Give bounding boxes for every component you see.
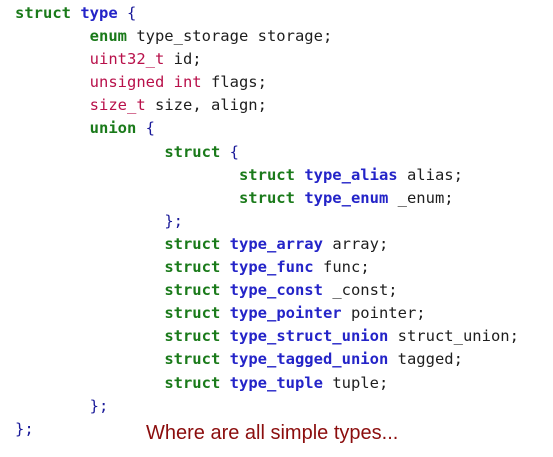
code-token-keyword: enum xyxy=(89,27,127,46)
code-token-plain: type_storage storage; xyxy=(126,27,333,46)
code-token-keyword: struct xyxy=(238,165,295,184)
code-token-keyword: struct xyxy=(164,350,221,369)
code-line: struct type_func func; xyxy=(15,256,519,279)
code-token-punct: { xyxy=(117,4,137,22)
code-token-type: type xyxy=(80,4,118,22)
code-token-plain: pointer; xyxy=(341,304,426,323)
code-token-plain: tuple; xyxy=(322,373,389,392)
code-token-keyword: struct xyxy=(164,304,221,323)
code-token-builtin: uint32_t xyxy=(89,50,165,69)
code-token-plain: struct_union; xyxy=(388,327,519,346)
code-line: struct type_alias alias; xyxy=(15,164,519,187)
code-line: struct type { xyxy=(15,2,519,25)
code-line: union { xyxy=(15,117,519,140)
code-token-keyword: struct xyxy=(164,234,221,253)
code-token-punct: { xyxy=(220,142,239,161)
code-line: }; xyxy=(15,395,519,418)
code-token-keyword: struct xyxy=(164,281,221,300)
code-token-type: type_func xyxy=(229,258,314,277)
code-token-keyword: struct xyxy=(164,258,221,277)
code-token-punct: }; xyxy=(164,211,183,230)
caption-text: Where are all simple types... xyxy=(146,422,399,444)
code-token-keyword: struct xyxy=(164,373,221,392)
code-token-builtin: unsigned int xyxy=(89,73,202,92)
code-token-plain: flags; xyxy=(201,73,267,92)
code-token-plain: tagged; xyxy=(388,350,463,369)
code-line: uint32_t id; xyxy=(15,48,519,71)
code-token-plain: id; xyxy=(164,50,202,69)
code-line: enum type_storage storage; xyxy=(15,25,519,48)
code-token-plain: array; xyxy=(322,234,389,253)
code-line: struct type_array array; xyxy=(15,233,519,256)
code-token-type: type_tagged_union xyxy=(229,350,389,369)
code-block: struct type { enum type_storage storage;… xyxy=(15,2,519,441)
code-token-plain: func; xyxy=(313,258,370,277)
code-line: }; xyxy=(15,210,519,233)
code-line: struct type_const _const; xyxy=(15,279,519,302)
code-token-builtin: size_t xyxy=(89,96,146,115)
code-token-type: type_pointer xyxy=(229,304,342,323)
code-token-punct: { xyxy=(136,119,155,138)
code-token-plain: _const; xyxy=(322,281,398,300)
code-token-type: type_const xyxy=(229,281,323,300)
code-token-type: type_enum xyxy=(304,188,389,207)
code-token-type: type_alias xyxy=(304,165,398,184)
code-line: struct { xyxy=(15,141,519,164)
code-token-keyword: struct xyxy=(15,4,71,22)
code-line: struct type_tagged_union tagged; xyxy=(15,348,519,371)
code-line: struct type_enum _enum; xyxy=(15,187,519,210)
code-line: struct type_pointer pointer; xyxy=(15,302,519,325)
code-token-type: type_tuple xyxy=(229,373,323,392)
code-line: unsigned int flags; xyxy=(15,71,519,94)
code-token-plain: alias; xyxy=(397,165,463,184)
code-token-plain: size, align; xyxy=(145,96,267,115)
code-token-keyword: struct xyxy=(238,188,295,207)
code-token-punct: }; xyxy=(89,396,109,415)
code-line: struct type_tuple tuple; xyxy=(15,372,519,395)
code-token-keyword: struct xyxy=(164,142,221,161)
code-line: struct type_struct_union struct_union; xyxy=(15,325,519,348)
code-token-plain: _enum; xyxy=(388,188,454,207)
code-token-type: type_struct_union xyxy=(229,327,389,346)
code-token-keyword: struct xyxy=(164,327,221,346)
code-line: size_t size, align; xyxy=(15,94,519,117)
code-token-type: type_array xyxy=(229,234,323,253)
code-token-keyword: union xyxy=(89,119,137,138)
